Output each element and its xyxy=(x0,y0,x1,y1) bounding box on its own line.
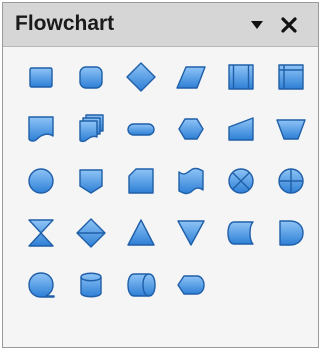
tool-connector[interactable] xyxy=(22,162,60,200)
tool-punched-tape[interactable] xyxy=(172,162,210,200)
direct-access-storage-shape-icon xyxy=(127,273,156,297)
terminator-shape-icon xyxy=(127,123,155,136)
magnetic-disk-shape-icon xyxy=(80,272,102,298)
tool-internal-storage[interactable] xyxy=(272,58,310,96)
tool-decision[interactable] xyxy=(122,58,160,96)
tool-alternate-process[interactable] xyxy=(72,58,110,96)
tool-summing-junction[interactable] xyxy=(222,162,260,200)
panel-titlebar[interactable]: Flowchart xyxy=(3,3,318,47)
tool-collate[interactable] xyxy=(22,214,60,252)
tool-sequential-access[interactable] xyxy=(22,266,60,304)
tool-process[interactable] xyxy=(22,58,60,96)
or-shape-icon xyxy=(278,168,304,194)
close-x-icon xyxy=(281,17,297,33)
tool-stored-data[interactable] xyxy=(222,214,260,252)
tool-display[interactable] xyxy=(172,266,210,304)
tool-terminator[interactable] xyxy=(122,110,160,148)
flowchart-toolbar-panel: Flowchart xyxy=(2,2,319,348)
panel-close-button[interactable] xyxy=(277,13,301,37)
display-shape-icon xyxy=(177,275,205,295)
off-page-connector-shape-icon xyxy=(79,169,103,194)
tool-multidocument[interactable] xyxy=(72,110,110,148)
predefined-process-shape-icon xyxy=(228,64,254,90)
connector-shape-icon xyxy=(28,168,54,194)
tool-predefined-process[interactable] xyxy=(222,58,260,96)
sequential-access-shape-icon xyxy=(28,272,55,298)
sort-shape-icon xyxy=(76,218,106,248)
stored-data-shape-icon xyxy=(227,221,254,245)
extract-shape-icon xyxy=(127,219,155,246)
panel-menu-button[interactable] xyxy=(246,15,268,35)
manual-operation-shape-icon xyxy=(276,119,306,140)
punched-tape-shape-icon xyxy=(178,167,204,195)
tool-magnetic-disk[interactable] xyxy=(72,266,110,304)
document-shape-icon xyxy=(28,116,54,142)
data-shape-icon xyxy=(176,66,206,89)
tool-card[interactable] xyxy=(122,162,160,200)
tool-merge[interactable] xyxy=(172,214,210,252)
triangle-down-icon xyxy=(251,21,263,29)
tool-direct-access-storage[interactable] xyxy=(122,266,160,304)
tool-or[interactable] xyxy=(272,162,310,200)
decision-shape-icon xyxy=(126,62,156,92)
summing-junction-shape-icon xyxy=(228,168,254,194)
tool-extract[interactable] xyxy=(122,214,160,252)
multidocument-shape-icon xyxy=(79,114,104,143)
tool-off-page-connector[interactable] xyxy=(72,162,110,200)
process-shape-icon xyxy=(29,67,53,88)
delay-shape-icon xyxy=(279,220,304,246)
preparation-shape-icon xyxy=(178,118,204,140)
collate-shape-icon xyxy=(28,219,54,247)
tool-delay[interactable] xyxy=(272,214,310,252)
card-shape-icon xyxy=(128,168,154,194)
tool-document[interactable] xyxy=(22,110,60,148)
internal-storage-shape-icon xyxy=(278,64,304,90)
tool-data[interactable] xyxy=(172,58,210,96)
manual-input-shape-icon xyxy=(228,117,254,141)
merge-shape-icon xyxy=(177,220,205,246)
alternate-process-shape-icon xyxy=(79,66,103,89)
tool-preparation[interactable] xyxy=(172,110,210,148)
tool-sort[interactable] xyxy=(72,214,110,252)
panel-title: Flowchart xyxy=(15,12,115,35)
tool-manual-operation[interactable] xyxy=(272,110,310,148)
tool-manual-input[interactable] xyxy=(222,110,260,148)
